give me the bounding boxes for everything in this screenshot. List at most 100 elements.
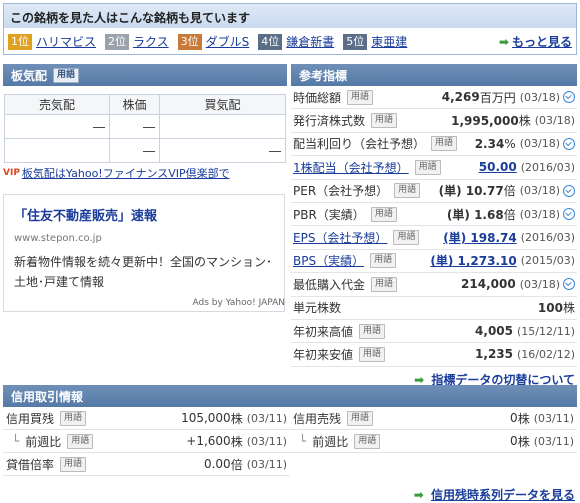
credit-value-wrap: +1,600 株 (03/11) xyxy=(186,433,287,450)
sell-quote-cell: ― xyxy=(4,114,110,139)
ad-credit[interactable]: Ads by Yahoo! JAPAN xyxy=(3,298,285,308)
indicator-label-wrap: PER（会社予想） 用語 xyxy=(293,182,421,199)
rank-badge: 4位 xyxy=(258,33,283,50)
glossary-button[interactable]: 用語 xyxy=(67,433,94,449)
indicator-value[interactable]: 50.00 xyxy=(479,160,517,174)
indicator-value[interactable]: (単) 198.74 xyxy=(443,229,516,246)
indicator-label: 時価総額 xyxy=(293,90,342,105)
vip-icon: VIP xyxy=(3,168,20,178)
glossary-button[interactable]: 用語 xyxy=(359,323,386,339)
rank-badge: 1位 xyxy=(8,33,32,50)
credit-value-wrap: 105,000 株 (03/11) xyxy=(181,410,287,427)
glossary-button[interactable]: 用語 xyxy=(371,113,398,129)
credit-value: 0 xyxy=(510,434,518,448)
glossary-button[interactable]: 用語 xyxy=(370,206,397,222)
ranking-stock-link[interactable]: 鎌倉新書 xyxy=(286,33,334,50)
indicator-value-wrap: 1,995,000 株 (03/18) xyxy=(451,112,575,129)
indicators-list: 時価総額 用語 4,269 百万円 (03/18) 発行済株式数 用語 1,995,000 株(… xyxy=(291,86,577,367)
indicator-label-wrap: 時価総額 用語 xyxy=(293,89,374,106)
indicator-value-wrap: (単) 1,273.10 (2015/03) xyxy=(430,252,575,269)
credit-row: 貸借倍率 用語 0.00 倍 (03/11) xyxy=(3,453,290,476)
indicator-date: (15/12/11) xyxy=(517,324,575,338)
glossary-button[interactable]: 用語 xyxy=(60,456,87,472)
indicator-date: (2015/03) xyxy=(520,254,575,268)
glossary-button[interactable]: 用語 xyxy=(393,230,420,246)
ranking-stock-link[interactable]: ラクス xyxy=(133,33,169,50)
credit-value: 0 xyxy=(510,411,518,425)
credit-row: 信用買残 用語 105,000 株 (03/11) xyxy=(3,407,290,430)
credit-unit: 株 xyxy=(517,411,530,426)
credit-unit: 株 xyxy=(230,434,243,449)
indicator-unit: % xyxy=(504,136,516,151)
credit-date: (03/11) xyxy=(246,457,287,471)
indicator-value-wrap: 4,269 百万円 (03/18) xyxy=(442,89,575,106)
ad-body: 新着物件情報を続々更新中！全国のマンション･土地･戸建て情報 xyxy=(14,255,273,289)
vip-link[interactable]: 板気配はYahoo!ファイナンスVIP倶楽部で xyxy=(22,165,230,181)
price-header: 株価 xyxy=(109,94,160,115)
ad-box[interactable]: 「住友不動産販売」速報 www.stepon.co.jp 新着物件情報を続々更新… xyxy=(3,194,285,312)
indicator-row: 時価総額 用語 4,269 百万円 (03/18) xyxy=(291,86,577,110)
indicator-label[interactable]: BPS（実績） xyxy=(293,252,364,269)
glossary-button[interactable]: 用語 xyxy=(347,89,374,105)
indicator-row: 年初来高値 用語 4,005 (15/12/11) xyxy=(291,320,577,344)
glossary-button[interactable]: 用語 xyxy=(53,67,80,83)
price-cell: ― xyxy=(109,114,160,139)
indicator-label: PER（会社予想） xyxy=(293,184,389,199)
more-link[interactable]: もっと見る xyxy=(512,33,572,50)
credit-row: └ 前週比 用語 0 株 (03/11) xyxy=(290,430,577,453)
indicator-label[interactable]: EPS（会社予想） xyxy=(293,229,387,246)
glossary-button[interactable]: 用語 xyxy=(394,183,421,199)
indicator-unit: 株 xyxy=(562,301,575,316)
vip-line: VIP 板気配はYahoo!ファイナンスVIP倶楽部で xyxy=(3,165,287,181)
credit-date: (03/11) xyxy=(246,434,287,448)
glossary-button[interactable]: 用語 xyxy=(371,276,398,292)
indicator-row: 単元株数 100 株 xyxy=(291,297,577,320)
arrow-right-icon: ➡ xyxy=(413,488,424,502)
indicator-value: (単) 1.68 xyxy=(446,207,504,222)
glossary-button[interactable]: 用語 xyxy=(431,136,458,152)
indent-icon: └ xyxy=(299,434,307,448)
credit-label: 前週比 xyxy=(312,434,349,449)
credit-label: 信用買残 xyxy=(6,411,55,426)
ranking-stock-link[interactable]: ダブルS xyxy=(206,33,250,50)
indicator-value: 100 xyxy=(537,300,563,315)
board-table: 売気配 株価 買気配 ― ― ― ― xyxy=(4,94,286,163)
indicator-label: 年初来高値 xyxy=(293,324,354,339)
indicators-panel: 参考指標 時価総額 用語 4,269 百万円 (03/18) 発行済株式数 用語 1,995,… xyxy=(291,64,577,388)
glossary-button[interactable]: 用語 xyxy=(414,159,441,175)
glossary-button[interactable]: 用語 xyxy=(347,410,374,426)
glossary-button[interactable]: 用語 xyxy=(354,433,381,449)
realtime-check-icon xyxy=(563,137,575,150)
ranking-stock-link[interactable]: ハリマビス xyxy=(36,33,96,50)
ranking-stock-link[interactable]: 東亜建 xyxy=(371,33,407,50)
glossary-button[interactable]: 用語 xyxy=(60,410,87,426)
indicator-label-wrap: BPS（実績） 用語 xyxy=(293,252,397,269)
indicator-label: 配当利回り（会社予想） xyxy=(293,137,426,152)
arrow-right-icon: ➡ xyxy=(498,34,509,49)
credit-label: 信用売残 xyxy=(293,411,342,426)
indicator-value[interactable]: (単) 1,273.10 xyxy=(430,252,516,269)
indicator-label-wrap: 単元株数 xyxy=(293,299,341,316)
credit-row: └ 前週比 用語 +1,600 株 (03/11) xyxy=(3,430,290,453)
buy-quote-cell xyxy=(159,114,286,139)
indicator-date: (03/18) xyxy=(534,114,575,128)
indicator-row: EPS（会社予想） 用語 (単) 198.74 (2016/03) xyxy=(291,226,577,250)
realtime-check-icon xyxy=(563,91,575,104)
indicator-value-wrap: 2.34% (03/18) xyxy=(475,137,575,151)
indicator-label-wrap: 年初来安値 用語 xyxy=(293,346,386,363)
credit-history-link[interactable]: 信用残時系列データを見る xyxy=(431,488,575,502)
credit-date: (03/11) xyxy=(533,411,574,425)
credit-date: (03/11) xyxy=(246,411,287,425)
indicator-label: 単元株数 xyxy=(293,301,342,316)
credit-value-wrap: 0 株 (03/11) xyxy=(510,433,574,450)
indicator-label[interactable]: 1株配当（会社予想） xyxy=(293,159,409,176)
credit-unit: 株 xyxy=(517,434,530,449)
credit-header: 信用取引情報 xyxy=(3,385,577,407)
ad-title[interactable]: 「住友不動産販売」速報 xyxy=(14,205,274,224)
glossary-button[interactable]: 用語 xyxy=(370,253,397,269)
ranking-item: 2位 ラクス xyxy=(105,33,169,50)
glossary-button[interactable]: 用語 xyxy=(359,346,386,362)
related-stocks-title: この銘柄を見た人はこんな銘柄も見ています xyxy=(4,4,576,28)
indicator-value-wrap: 4,005 (15/12/11) xyxy=(475,324,575,338)
board-title: 板気配 xyxy=(11,68,48,83)
